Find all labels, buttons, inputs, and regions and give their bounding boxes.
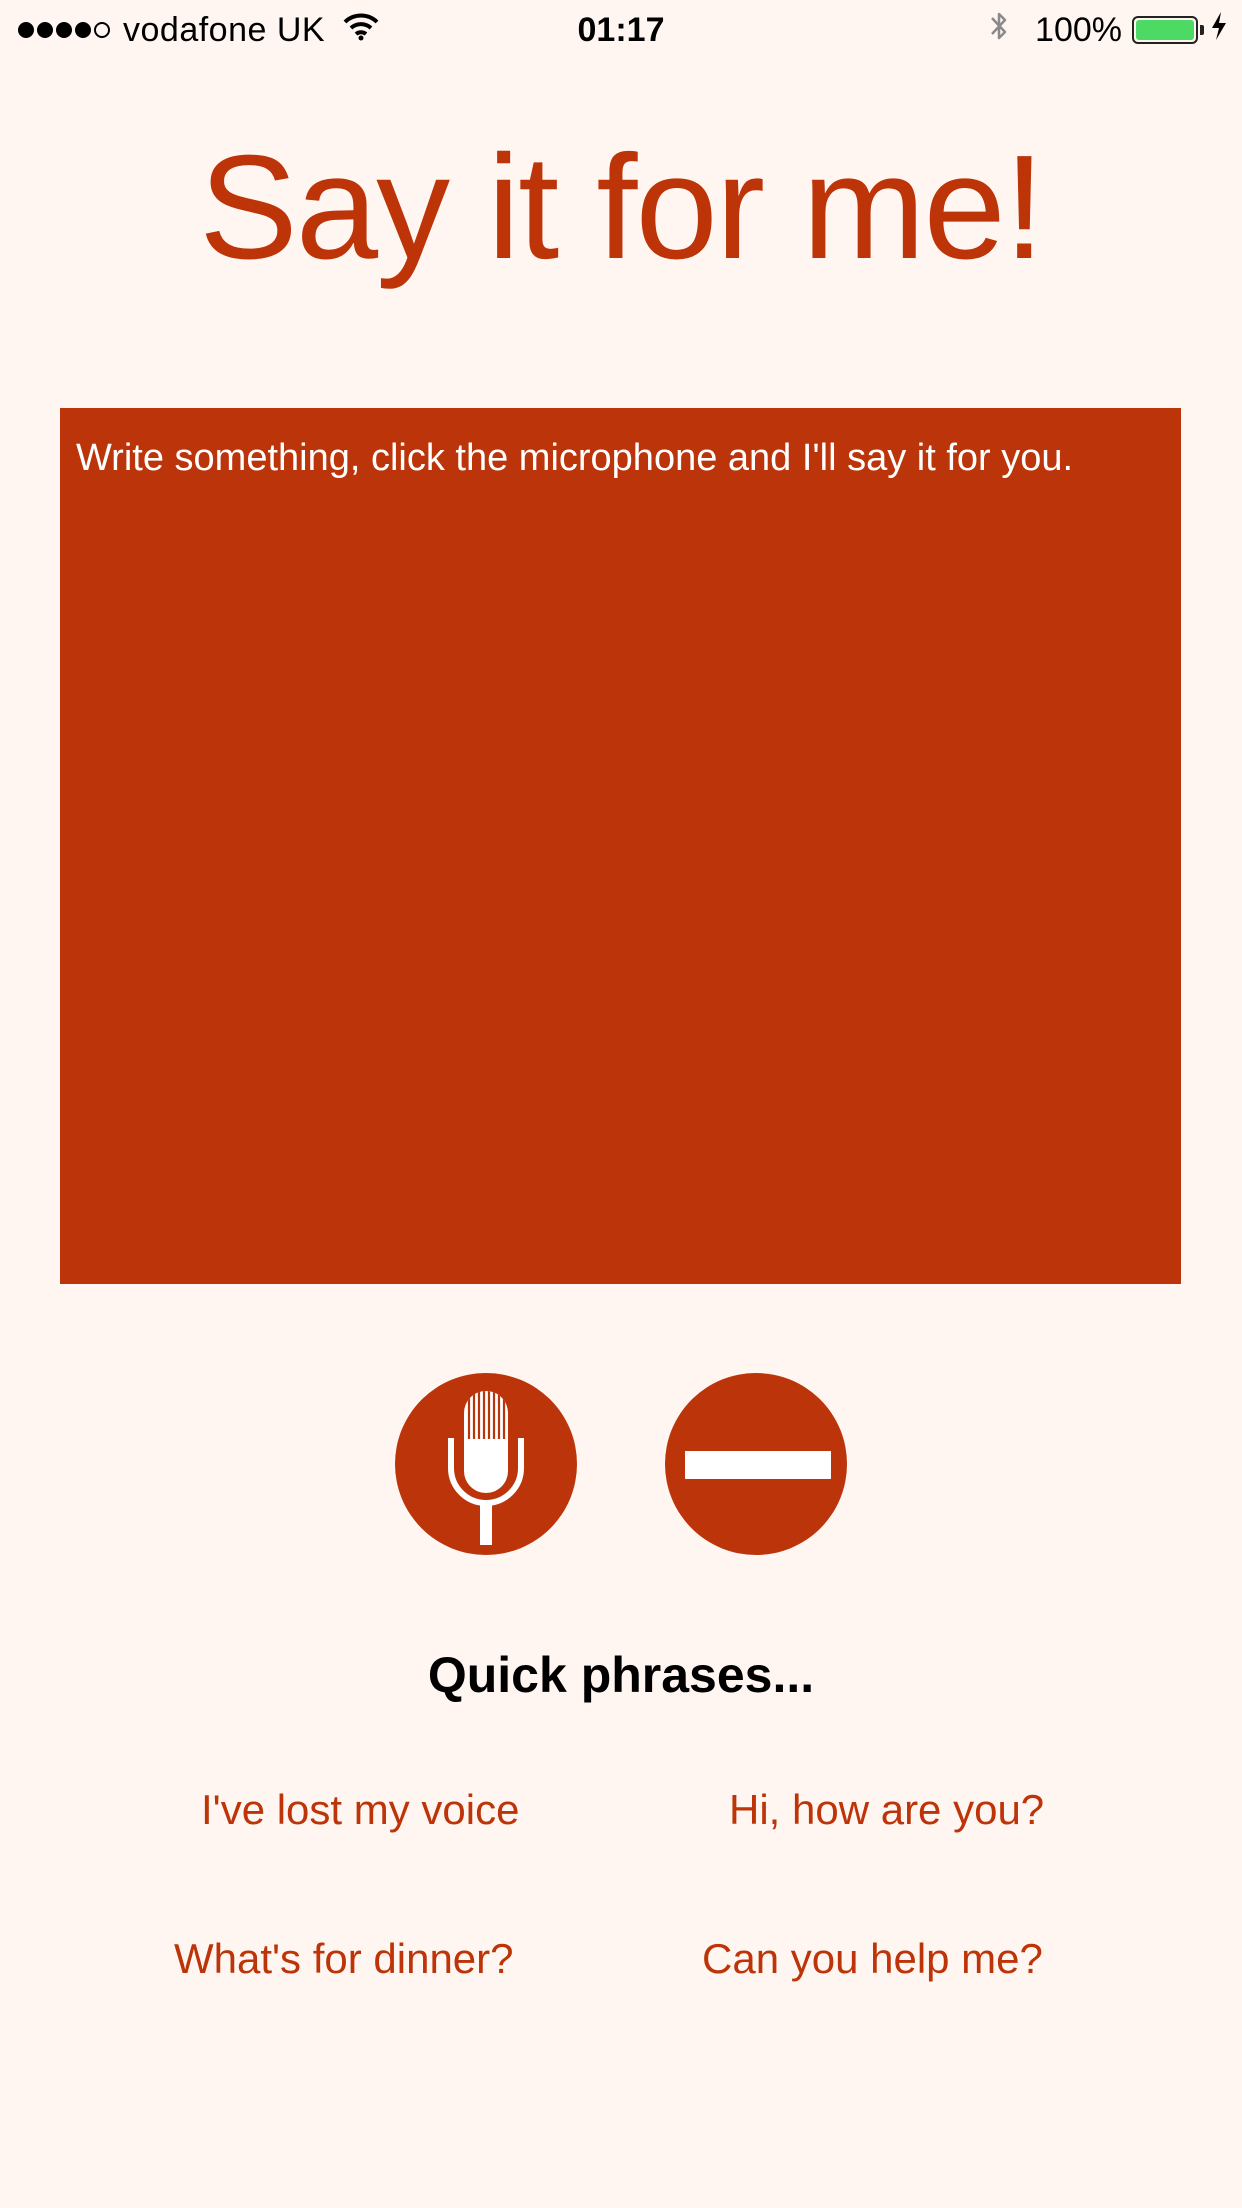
speech-text-input[interactable]	[60, 408, 1181, 1284]
battery-tip	[1200, 25, 1204, 35]
quick-phrase-button[interactable]: I've lost my voice	[201, 1785, 519, 1835]
quick-phrase-button[interactable]: What's for dinner?	[174, 1934, 514, 1984]
quick-phrases-heading: Quick phrases...	[427, 1647, 815, 1703]
battery-percentage: 100%	[1035, 10, 1122, 49]
battery-icon	[1132, 16, 1198, 44]
minus-icon	[685, 1451, 831, 1479]
charging-icon	[1210, 11, 1228, 50]
microphone-icon	[448, 1391, 524, 1545]
quick-phrase-button[interactable]: Hi, how are you?	[729, 1785, 1044, 1835]
status-right: 100%	[989, 10, 1228, 50]
clear-button[interactable]	[665, 1373, 847, 1555]
quick-phrase-button[interactable]: Can you help me?	[702, 1934, 1043, 1984]
bluetooth-icon	[989, 8, 1009, 53]
app-title: Say it for me!	[199, 125, 1045, 290]
speak-button[interactable]	[395, 1373, 577, 1555]
status-bar: vodafone UK 01:17 100%	[0, 0, 1242, 60]
